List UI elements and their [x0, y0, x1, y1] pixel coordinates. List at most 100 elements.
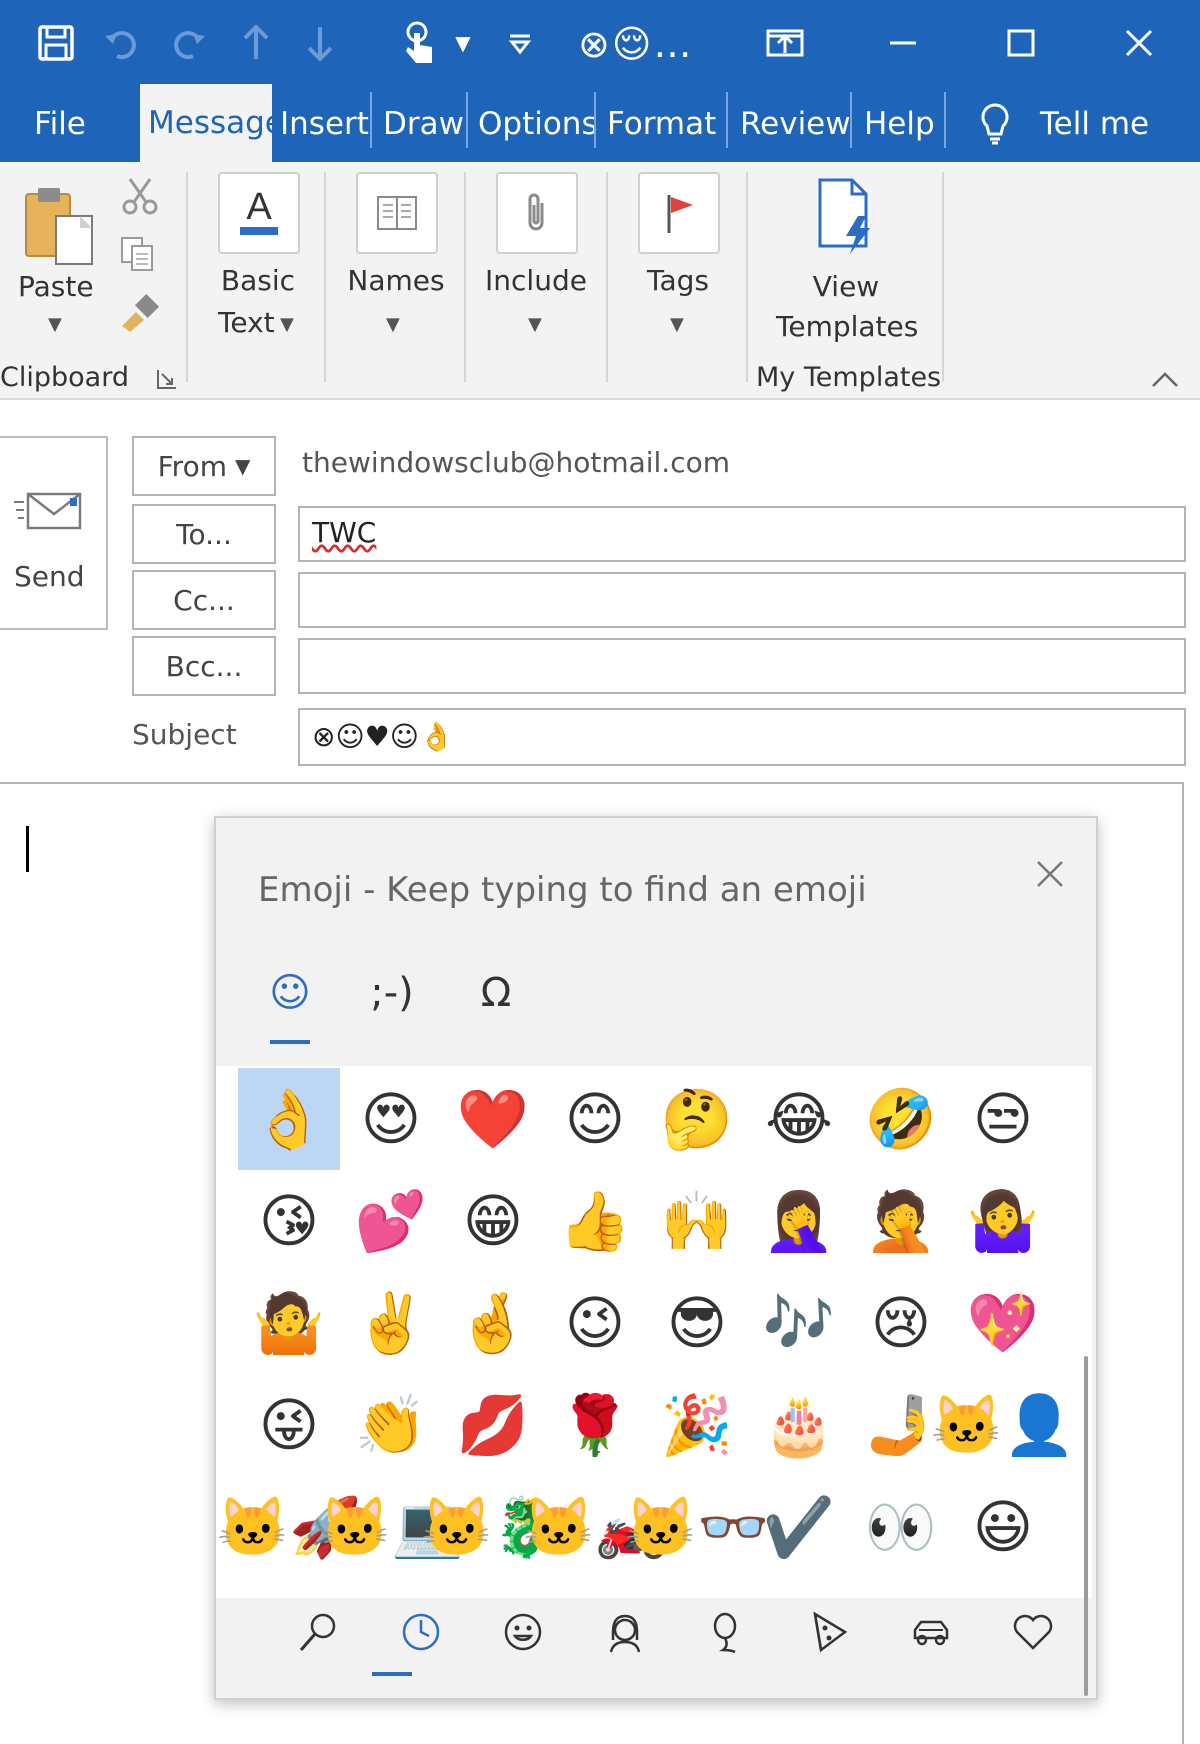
tab-file[interactable]: File	[34, 86, 86, 162]
bcc-button[interactable]: Bcc...	[132, 636, 276, 696]
tell-me-box[interactable]: Tell me	[1040, 86, 1149, 162]
format-painter-icon[interactable]	[118, 292, 162, 332]
tab-options[interactable]: Options	[478, 86, 598, 162]
from-button[interactable]: From ▼	[132, 436, 276, 496]
ribbon-display-options-icon[interactable]	[750, 10, 820, 76]
touch-mode-dropdown-icon[interactable]: ▼	[448, 12, 478, 74]
names-button[interactable]: Names	[346, 264, 446, 297]
emoji-cell[interactable]: 🌹	[544, 1374, 646, 1476]
close-window-icon[interactable]	[1104, 10, 1174, 76]
emoji-cell[interactable]: 🤣	[850, 1068, 952, 1170]
save-icon[interactable]	[34, 12, 78, 74]
copy-icon[interactable]	[118, 234, 158, 274]
tags-caret[interactable]: ▼	[670, 314, 684, 335]
emoji-cell[interactable]: 😂	[748, 1068, 850, 1170]
travel-icon[interactable]	[880, 1598, 982, 1666]
emoji-cell[interactable]: 😉	[544, 1272, 646, 1374]
food-icon[interactable]	[778, 1598, 880, 1666]
tab-format[interactable]: Format	[607, 86, 716, 162]
undo-icon[interactable]	[100, 12, 144, 74]
paste-icon[interactable]	[18, 180, 100, 280]
bcc-field[interactable]	[298, 638, 1186, 694]
emoji-cell[interactable]: 🤦‍♀️	[748, 1170, 850, 1272]
tab-kaomoji[interactable]: ;-)	[352, 958, 432, 1028]
include-button[interactable]: Include	[484, 264, 588, 297]
emoji-cell[interactable]: 💕	[340, 1170, 442, 1272]
tab-review[interactable]: Review	[740, 86, 851, 162]
emoji-cell[interactable]: 🐱‍👓	[625, 1476, 769, 1578]
emoji-cell[interactable]: 🤔	[646, 1068, 748, 1170]
emoji-cell[interactable]: 🤦	[850, 1170, 952, 1272]
cc-field[interactable]	[298, 572, 1186, 628]
close-icon[interactable]	[1026, 850, 1074, 898]
emoji-cell[interactable]: 🐱‍👤	[931, 1374, 1075, 1476]
include-caret[interactable]: ▼	[528, 314, 542, 335]
emoji-cell[interactable]: 👀	[850, 1476, 952, 1578]
emoji-cell[interactable]: 🎶	[748, 1272, 850, 1374]
smiley-icon[interactable]	[472, 1598, 574, 1666]
emoji-cell[interactable]: ✌️	[340, 1272, 442, 1374]
emoji-cell[interactable]: 🙌	[646, 1170, 748, 1272]
cc-button[interactable]: Cc...	[132, 570, 276, 630]
emoji-cell[interactable]: 😁	[442, 1170, 544, 1272]
subject-field[interactable]: ⊗☺♥☺👌	[298, 708, 1186, 766]
emoji-cell[interactable]: 💋	[442, 1374, 544, 1476]
basic-text-caret[interactable]: ▼	[280, 314, 294, 335]
view-templates-icon[interactable]	[812, 176, 882, 258]
to-field[interactable]: TWC	[298, 506, 1186, 562]
minimize-icon[interactable]	[868, 10, 938, 76]
touch-mode-icon[interactable]	[394, 12, 444, 74]
maximize-icon[interactable]	[986, 10, 1056, 76]
basic-text-icon[interactable]: A	[218, 172, 300, 254]
celebration-icon[interactable]	[676, 1598, 778, 1666]
view-templates-label-2[interactable]: Templates	[776, 310, 918, 343]
emoji-cell[interactable]: 👌	[238, 1068, 340, 1170]
emoji-cell[interactable]: 👏	[340, 1374, 442, 1476]
emoji-cell[interactable]: 👍	[544, 1170, 646, 1272]
emoji-cell[interactable]: 🤞	[442, 1272, 544, 1374]
down-arrow-icon[interactable]	[300, 12, 340, 74]
send-button[interactable]: Send	[0, 436, 108, 630]
emoji-cell[interactable]: 🤷‍♀️	[952, 1170, 1054, 1272]
basic-text-label[interactable]: Basic	[220, 264, 296, 297]
emoji-cell[interactable]: 😃	[952, 1476, 1054, 1578]
emoji-cell[interactable]: 😍	[340, 1068, 442, 1170]
scrollbar[interactable]	[1084, 1356, 1088, 1696]
tab-help[interactable]: Help	[864, 86, 935, 162]
tab-insert[interactable]: Insert	[280, 86, 369, 162]
emoji-cell[interactable]: ✔️	[748, 1476, 850, 1578]
flag-icon[interactable]	[638, 172, 720, 254]
paste-button[interactable]: Paste	[18, 270, 94, 303]
tab-emoji[interactable]: ☺	[250, 958, 330, 1028]
emoji-cell[interactable]: 😘	[238, 1170, 340, 1272]
emoji-cell[interactable]: 🎂	[748, 1374, 850, 1476]
paste-dropdown-caret[interactable]: ▼	[48, 314, 62, 335]
emoji-cell[interactable]: 🎉	[646, 1374, 748, 1476]
emoji-cell[interactable]: 😒	[952, 1068, 1054, 1170]
collapse-ribbon-icon[interactable]	[1150, 370, 1180, 390]
recent-icon[interactable]	[370, 1598, 472, 1666]
tags-button[interactable]: Tags	[634, 264, 722, 297]
emoji-cell[interactable]: 🤷	[238, 1272, 340, 1374]
emoji-cell[interactable]: 😜	[238, 1374, 340, 1476]
view-templates-label[interactable]: View	[776, 270, 916, 303]
tab-draw[interactable]: Draw	[383, 86, 464, 162]
emoji-cell[interactable]: 💖	[952, 1272, 1054, 1374]
people-icon[interactable]	[574, 1598, 676, 1666]
cut-icon[interactable]	[120, 176, 160, 216]
names-caret[interactable]: ▼	[386, 314, 400, 335]
redo-icon[interactable]	[166, 12, 210, 74]
customize-quick-access-icon[interactable]	[500, 12, 540, 74]
emoji-cell[interactable]: 😎	[646, 1272, 748, 1374]
tab-message[interactable]: Message	[140, 84, 272, 162]
tab-symbols[interactable]: Ω	[456, 958, 536, 1028]
address-book-icon[interactable]	[356, 172, 438, 254]
emoji-cell[interactable]: 😊	[544, 1068, 646, 1170]
emoji-cell[interactable]: ❤️	[442, 1068, 544, 1170]
emoji-cell[interactable]: 😢	[850, 1272, 952, 1374]
heart-icon[interactable]	[982, 1598, 1084, 1666]
paperclip-icon[interactable]	[496, 172, 578, 254]
basic-text-label-2[interactable]: Text	[218, 306, 275, 339]
to-button[interactable]: To...	[132, 504, 276, 564]
up-arrow-icon[interactable]	[236, 12, 276, 74]
